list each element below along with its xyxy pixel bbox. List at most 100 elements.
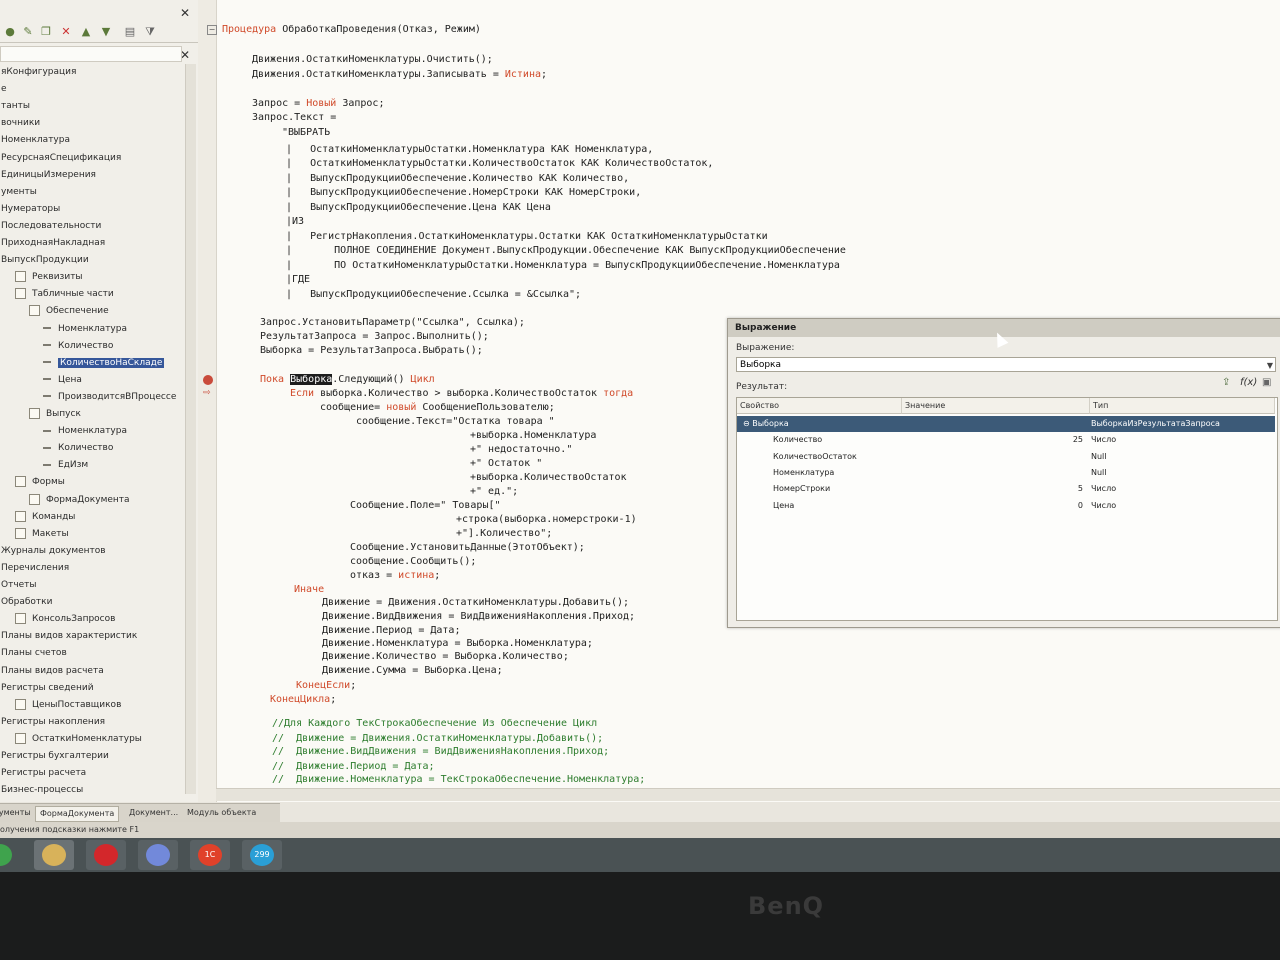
code-line[interactable]: "ВЫБРАТЬ (282, 126, 330, 140)
tree-item[interactable]: яКонфигурация (1, 64, 76, 80)
tree-item[interactable]: Реквизиты (15, 269, 83, 285)
code-line[interactable]: Сообщение.УстановитьДанные(ЭтотОбъект); (350, 541, 585, 555)
code-line[interactable]: Пока Выборка.Следующий() Цикл (260, 373, 435, 387)
collapse-icon[interactable]: − (207, 25, 217, 35)
taskbar-opera-button[interactable] (86, 840, 126, 870)
tree-item[interactable]: вочники (1, 115, 40, 131)
tree-item[interactable]: ФормаДокумента (29, 492, 130, 508)
code-line[interactable]: | ВыпускПродукцииОбеспечение.НомерСтроки… (286, 186, 641, 200)
start-button[interactable] (0, 840, 14, 870)
tree-item[interactable]: Номенклатура (43, 321, 127, 337)
calculate-icon[interactable]: ⇪ (1222, 377, 1230, 388)
code-line[interactable]: | ВыпускПродукцииОбеспечение.Количество … (286, 172, 629, 186)
code-line[interactable]: | ОстаткиНоменклатурыОстатки.КоличествоО… (286, 157, 713, 171)
tree-item[interactable]: ЕдИзм (43, 457, 88, 473)
tree-item[interactable]: Команды (15, 509, 75, 525)
breakpoint-icon[interactable] (203, 375, 213, 385)
tree-item[interactable]: Последовательности (1, 218, 101, 234)
taskbar-file-manager-button[interactable] (34, 840, 74, 870)
code-line[interactable]: | ПОЛНОЕ СОЕДИНЕНИЕ Документ.ВыпускПроду… (286, 244, 846, 258)
properties-icon[interactable]: ▤ (124, 26, 136, 38)
taskbar-discord-button[interactable] (138, 840, 178, 870)
tree-item[interactable]: Регистры расчета (1, 765, 86, 781)
code-line[interactable]: | ВыпускПродукцииОбеспечение.Ссылка = &С… (286, 288, 581, 302)
code-line[interactable]: |ИЗ (286, 215, 304, 229)
tree-item[interactable]: Количество (43, 440, 113, 456)
tree-item[interactable]: Журналы документов (1, 543, 106, 559)
code-line[interactable]: Движение.ВидДвижения = ВидДвиженияНакопл… (322, 610, 635, 624)
tree-item[interactable]: Планы счетов (1, 645, 67, 661)
add-icon[interactable]: ● (4, 26, 16, 38)
code-line[interactable]: +строка(выборка.номерстроки-1) (456, 513, 637, 527)
window-tab[interactable]: кументы (0, 806, 35, 820)
code-line[interactable]: // Движение = Движения.ОстаткиНоменклату… (272, 732, 603, 746)
tree-item[interactable]: ументы (1, 184, 37, 200)
code-line[interactable]: Иначе (294, 583, 324, 597)
tree-item[interactable]: Задачи (1, 799, 35, 802)
code-line[interactable]: |ГДЕ (286, 273, 310, 287)
code-line[interactable]: Движение.Номенклатура = Выборка.Номенкла… (322, 637, 593, 651)
tree-item[interactable]: КонсольЗапросов (15, 611, 115, 627)
code-line[interactable]: +" ед."; (470, 485, 518, 499)
code-line[interactable]: Движение.Количество = Выборка.Количество… (322, 650, 569, 664)
tree-item[interactable]: ПроизводитсяВПроцессе (43, 389, 176, 405)
code-line[interactable]: Движения.ОстаткиНоменклатуры.Очистить(); (252, 53, 493, 67)
tree-item[interactable]: Обеспечение (29, 303, 109, 319)
move-down-icon[interactable]: ▼ (100, 26, 112, 38)
column-header-property[interactable]: Свойство (737, 398, 902, 414)
function-icon[interactable]: f(x) (1240, 377, 1257, 388)
code-line[interactable]: +" недостаточно." (470, 443, 572, 457)
tree-item[interactable]: Обработки (1, 594, 52, 610)
tree-item[interactable]: Макеты (15, 526, 69, 542)
tree-item[interactable]: Регистры сведений (1, 680, 94, 696)
code-line[interactable]: КонецЦикла; (270, 693, 336, 707)
code-line[interactable]: Движение.Период = Дата; (322, 624, 460, 638)
code-line[interactable]: РезультатЗапроса = Запрос.Выполнить(); (260, 330, 489, 344)
code-line[interactable]: Процедура ОбработкаПроведения(Отказ, Реж… (222, 23, 481, 37)
tree-item[interactable]: е (1, 81, 7, 97)
code-line[interactable]: // Движение.ВидДвижения = ВидДвиженияНак… (272, 745, 609, 759)
tree-item[interactable]: Номенклатура (1, 132, 70, 148)
tree-item[interactable]: Бизнес-процессы (1, 782, 83, 798)
code-line[interactable]: +" Остаток " (470, 457, 542, 471)
window-tab[interactable]: Документ... (125, 806, 182, 820)
code-line[interactable]: Запрос = Новый Запрос; (252, 97, 384, 111)
code-line[interactable]: Если выборка.Количество > выборка.Количе… (290, 387, 633, 401)
tree-item[interactable]: Нумераторы (1, 201, 60, 217)
tree-item[interactable]: Цена (43, 372, 82, 388)
delete-icon[interactable]: ✕ (60, 26, 72, 38)
tree-item[interactable]: Отчеты (1, 577, 37, 593)
window-tab[interactable]: Модуль объекта (183, 806, 260, 820)
tree-item[interactable]: Количество (43, 338, 113, 354)
result-row[interactable]: Цена 0 Число (737, 498, 1275, 514)
code-line[interactable]: Выборка = РезультатЗапроса.Выбрать(); (260, 344, 483, 358)
code-line[interactable]: | ПО ОстаткиНоменклатурыОстатки.Номенкла… (286, 259, 840, 273)
tree-item[interactable]: ЕдиницыИзмерения (1, 167, 96, 183)
tree-item[interactable]: Регистры бухгалтерии (1, 748, 109, 764)
code-line[interactable]: | ОстаткиНоменклатурыОстатки.Номенклатур… (286, 143, 653, 157)
column-header-type[interactable]: Тип (1090, 398, 1275, 414)
chevron-down-icon[interactable]: ▼ (1267, 358, 1273, 373)
tree-item[interactable]: Перечисления (1, 560, 69, 576)
copy-result-icon[interactable]: ▣ (1262, 377, 1271, 388)
taskbar-1c-button[interactable]: 1С (190, 840, 230, 870)
code-line[interactable]: Запрос.Текст = (252, 111, 336, 125)
result-row[interactable]: ⊖ Выборка ВыборкаИзРезультатаЗапроса (737, 416, 1275, 432)
result-row[interactable]: НомерСтроки 5 Число (737, 481, 1275, 497)
code-line[interactable]: Движение.Сумма = Выборка.Цена; (322, 664, 503, 678)
column-header-value[interactable]: Значение (902, 398, 1090, 414)
tree-item[interactable]: танты (1, 98, 30, 114)
tree-item[interactable]: Номенклатура (43, 423, 127, 439)
expression-input[interactable]: Выборка ▼ (736, 357, 1276, 372)
edit-icon[interactable]: ✎ (22, 26, 34, 38)
tree-item[interactable]: ВыпускПродукции (1, 252, 89, 268)
tree-item[interactable]: ЦеныПоставщиков (15, 697, 121, 713)
code-line[interactable]: | РегистрНакопления.ОстаткиНоменклатуры.… (286, 230, 768, 244)
tree-item[interactable]: Выпуск (29, 406, 81, 422)
code-line[interactable]: Движения.ОстаткиНоменклатуры.Записывать … (252, 68, 547, 82)
editor-horizontal-scrollbar[interactable] (216, 788, 1280, 801)
code-line[interactable]: Сообщение.Поле=" Товары[" (350, 499, 501, 513)
tree-item[interactable]: Планы видов расчета (1, 663, 104, 679)
result-grid[interactable]: Свойство Значение Тип ⊖ Выборка ВыборкаИз… (736, 397, 1278, 621)
code-line[interactable]: отказ = истина; (350, 569, 440, 583)
